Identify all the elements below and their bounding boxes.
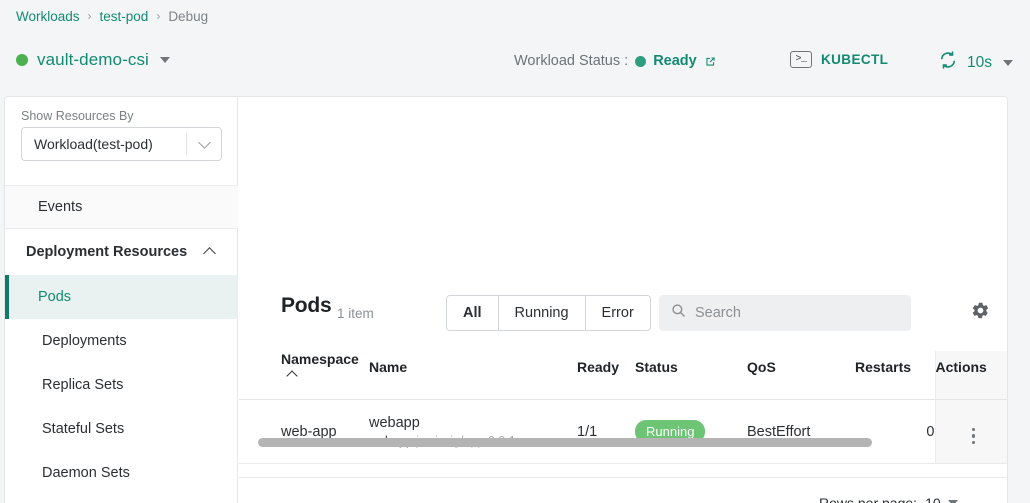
sort-ascending-icon <box>286 370 298 382</box>
show-resources-by-value: Workload(test-pod) <box>34 136 153 152</box>
filter-running-button[interactable]: Running <box>498 296 586 330</box>
external-link-icon[interactable] <box>704 55 717 68</box>
table-settings-button[interactable] <box>964 297 996 329</box>
sidebar-item-daemon-sets[interactable]: Daemon Sets <box>5 451 238 495</box>
search-input[interactable] <box>695 305 895 321</box>
rows-per-page-select[interactable]: 10 <box>925 495 958 503</box>
column-header-restarts[interactable]: Restarts <box>855 351 935 400</box>
sidebar-item-pods[interactable]: Pods <box>5 275 238 319</box>
breadcrumb-item-workloads[interactable]: Workloads <box>16 9 80 24</box>
breadcrumb-separator-icon: › <box>156 9 161 23</box>
column-header-actions: Actions <box>934 351 1007 400</box>
rows-per-page-value: 10 <box>925 495 941 503</box>
chevron-down-icon[interactable] <box>187 135 221 149</box>
item-count: 1 item <box>337 306 374 321</box>
cell-restarts: 0 <box>855 399 935 464</box>
column-header-qos[interactable]: QoS <box>747 351 855 400</box>
cell-status: Running <box>635 399 747 464</box>
show-resources-by-label: Show Resources By <box>21 109 134 123</box>
row-actions-menu-icon[interactable] <box>971 427 975 444</box>
resource-nav: Events Deployment Resources Pods Deploym… <box>5 185 238 495</box>
filter-all-button[interactable]: All <box>447 296 499 330</box>
workload-status: Workload Status : Ready <box>514 53 717 69</box>
column-header-status[interactable]: Status <box>635 351 747 400</box>
gear-icon <box>971 301 990 325</box>
workload-selector[interactable]: vault-demo-csi <box>16 50 170 70</box>
sidebar-item-stateful-sets[interactable]: Stateful Sets <box>5 407 238 451</box>
workload-name: vault-demo-csi <box>37 50 149 69</box>
refresh-interval-selector[interactable]: 10s <box>938 50 1013 75</box>
breadcrumb: Workloads › test-pod › Debug <box>16 6 208 26</box>
filter-error-button[interactable]: Error <box>585 296 650 330</box>
sidebar-item-replica-sets[interactable]: Replica Sets <box>5 363 238 407</box>
chevron-down-icon <box>1003 59 1013 66</box>
chevron-down-icon <box>159 57 170 63</box>
chevron-up-icon <box>203 247 216 260</box>
workload-status-label: Workload Status : <box>514 53 629 69</box>
show-resources-by-select[interactable]: Workload(test-pod) <box>21 127 222 161</box>
page-title: Pods <box>281 294 332 317</box>
column-header-namespace[interactable]: Namespace <box>239 351 369 400</box>
table-row[interactable]: web-app webapp webapp jweissig/app:0.0.1… <box>239 399 1007 464</box>
rows-per-page-label: Rows per page: <box>819 495 918 503</box>
search-icon <box>671 303 686 323</box>
sidebar-group-label: Deployment Resources <box>26 244 188 260</box>
refresh-icon[interactable] <box>938 50 958 75</box>
resources-sidebar: Show Resources By Workload(test-pod) Eve… <box>5 97 238 503</box>
cell-ready: 1/1 <box>577 399 635 464</box>
terminal-icon: >_ <box>790 51 812 68</box>
status-filter-group: All Running Error <box>446 295 651 331</box>
breadcrumb-item-test-pod[interactable]: test-pod <box>100 9 149 24</box>
sidebar-group-deployment-resources[interactable]: Deployment Resources <box>5 229 238 275</box>
table-header-row: Namespace Name Ready Status QoS Restarts… <box>239 351 1007 400</box>
column-header-name[interactable]: Name <box>369 351 577 400</box>
pod-name[interactable]: webapp <box>369 415 577 431</box>
breadcrumb-separator-icon: › <box>87 9 92 23</box>
debug-workload-page: Workloads › test-pod › Debug vault-demo-… <box>0 0 1030 503</box>
cell-name: webapp webapp jweissig/app:0.0.1 <box>369 399 577 464</box>
cell-actions <box>934 399 1007 464</box>
column-header-ready[interactable]: Ready <box>577 351 635 400</box>
sidebar-item-deployments[interactable]: Deployments <box>5 319 238 363</box>
refresh-interval-value: 10s <box>967 53 992 71</box>
kubectl-button[interactable]: >_ KUBECTL <box>790 51 888 68</box>
table-footer-divider <box>239 477 1007 478</box>
search-field[interactable] <box>659 295 911 331</box>
horizontal-scrollbar[interactable] <box>258 438 872 447</box>
sidebar-item-events[interactable]: Events <box>5 185 238 229</box>
cell-namespace: web-app <box>239 399 369 464</box>
pods-table: Namespace Name Ready Status QoS Restarts… <box>239 351 1007 464</box>
pagination: Rows per page: 10 <box>819 495 958 503</box>
cell-qos: BestEffort <box>747 399 855 464</box>
workload-status-dot-icon <box>16 54 28 66</box>
status-dot-icon <box>635 55 647 67</box>
kubectl-label: KUBECTL <box>821 52 889 67</box>
column-label-namespace: Namespace <box>281 351 359 367</box>
status-badge: Ready <box>653 53 697 69</box>
breadcrumb-item-debug: Debug <box>168 8 209 24</box>
